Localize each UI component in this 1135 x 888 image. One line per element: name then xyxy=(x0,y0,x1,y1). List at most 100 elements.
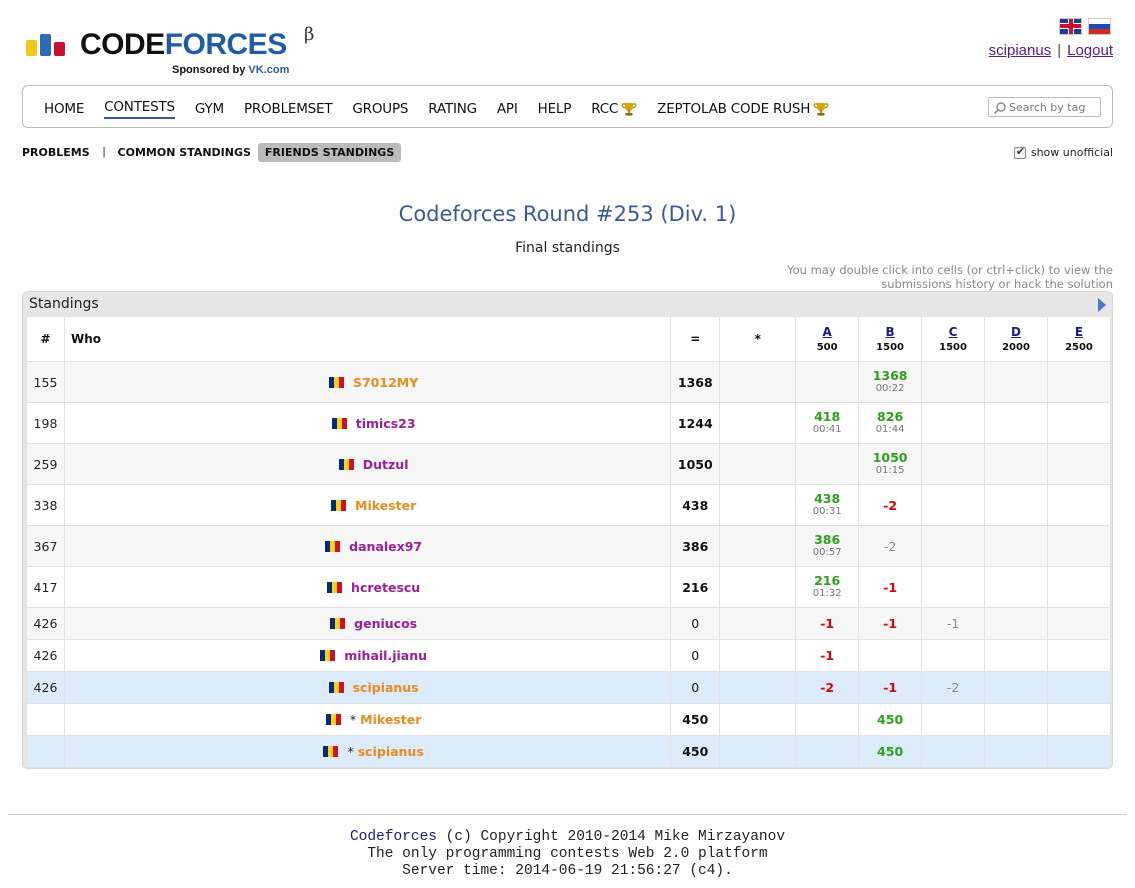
problem-cell[interactable] xyxy=(984,639,1048,672)
problem-cell[interactable]: 1050 01:15 xyxy=(858,443,923,485)
handle-link[interactable]: S7012MY xyxy=(353,375,418,390)
subnav-friends-standings[interactable]: FRIENDS STANDINGS xyxy=(257,142,402,162)
problem-cell[interactable] xyxy=(984,703,1048,736)
problem-d-link[interactable]: D xyxy=(1011,325,1021,339)
problem-cell[interactable] xyxy=(1046,525,1112,567)
problem-cell[interactable]: 216 01:32 xyxy=(795,566,860,608)
problem-cell[interactable]: -2 xyxy=(921,671,986,704)
menu-item-help[interactable]: HELP xyxy=(538,99,572,119)
problem-b-link[interactable]: B xyxy=(886,325,895,339)
handle-link[interactable]: danalex97 xyxy=(349,539,422,554)
problem-cell[interactable]: -2 xyxy=(795,671,860,704)
problem-cell[interactable] xyxy=(1046,639,1112,672)
problem-cell[interactable]: -1 xyxy=(795,607,860,640)
handle-link[interactable]: scipianus xyxy=(358,744,424,759)
problem-cell[interactable] xyxy=(921,566,986,608)
menu-item-gym[interactable]: GYM xyxy=(195,99,224,119)
problem-a-link[interactable]: A xyxy=(823,325,832,339)
problem-cell[interactable] xyxy=(921,525,986,567)
problem-cell[interactable]: 386 00:57 xyxy=(795,525,860,567)
problem-cell[interactable] xyxy=(1046,361,1112,403)
footer-codeforces-link[interactable]: Codeforces xyxy=(350,829,437,845)
problem-cell[interactable] xyxy=(921,735,986,768)
problem-cell[interactable] xyxy=(921,703,986,736)
header-who[interactable]: Who xyxy=(63,316,672,362)
problem-cell[interactable] xyxy=(1046,566,1112,608)
header-rank[interactable]: # xyxy=(26,316,65,362)
profile-link[interactable]: scipianus xyxy=(989,42,1052,59)
menu-item-rating[interactable]: RATING xyxy=(428,99,477,119)
problem-cell[interactable] xyxy=(858,639,923,672)
problem-cell[interactable]: -1 xyxy=(795,639,860,672)
handle-link[interactable]: Mikester xyxy=(360,712,421,727)
menu-item-api[interactable]: API xyxy=(497,99,518,119)
problem-cell[interactable]: 1368 00:22 xyxy=(858,361,923,403)
problem-cell[interactable]: -1 xyxy=(858,566,923,608)
problem-cell[interactable]: 418 00:41 xyxy=(795,402,860,444)
problem-cell[interactable]: 450 xyxy=(858,703,923,736)
problem-cell[interactable] xyxy=(984,361,1048,403)
russian-flag-icon[interactable] xyxy=(1088,18,1111,35)
problem-cell[interactable]: -1 xyxy=(921,607,986,640)
problem-cell[interactable] xyxy=(795,443,860,485)
problem-cell[interactable]: -2 xyxy=(858,525,923,567)
problem-cell[interactable] xyxy=(921,443,986,485)
problem-cell[interactable] xyxy=(921,639,986,672)
menu-item-problemset[interactable]: PROBLEMSET xyxy=(244,99,333,119)
problem-cell[interactable] xyxy=(921,402,986,444)
problem-cell[interactable] xyxy=(795,703,860,736)
problem-cell[interactable] xyxy=(1046,671,1112,704)
problem-cell[interactable]: -1 xyxy=(858,607,923,640)
problem-c-link[interactable]: C xyxy=(949,325,958,339)
menu-item-groups[interactable]: GROUPS xyxy=(352,99,408,119)
subnav-problems[interactable]: PROBLEMS xyxy=(22,146,90,159)
handle-link[interactable]: timics23 xyxy=(356,416,416,431)
problem-cell[interactable] xyxy=(1046,402,1112,444)
handle-link[interactable]: geniucos xyxy=(354,616,417,631)
handle-link[interactable]: Mikester xyxy=(355,498,416,513)
problem-cell[interactable] xyxy=(984,566,1048,608)
handle-link[interactable]: scipianus xyxy=(353,680,419,695)
problem-cell[interactable] xyxy=(921,484,986,526)
expand-arrow-icon[interactable] xyxy=(1098,298,1106,312)
problem-cell[interactable] xyxy=(795,735,860,768)
problem-cell[interactable] xyxy=(984,484,1048,526)
problem-cell[interactable] xyxy=(984,735,1048,768)
problem-cell[interactable] xyxy=(984,671,1048,704)
handle-link[interactable]: mihail.jianu xyxy=(344,648,427,663)
menu-item-contests[interactable]: CONTESTS xyxy=(104,99,175,119)
header-points[interactable]: = xyxy=(670,316,721,362)
problem-cell[interactable] xyxy=(1046,607,1112,640)
problem-cell[interactable] xyxy=(1046,443,1112,485)
problem-cell[interactable]: -1 xyxy=(858,671,923,704)
problem-cell[interactable] xyxy=(984,525,1048,567)
problem-b-points: 1500 xyxy=(876,342,905,353)
logout-link[interactable]: Logout xyxy=(1067,42,1113,59)
problem-cell[interactable] xyxy=(984,443,1048,485)
standings-hint: You may double click into cells (or ctrl… xyxy=(753,263,1113,291)
show-unofficial-toggle[interactable]: show unofficial xyxy=(1013,145,1113,159)
problem-cell[interactable]: 438 00:31 xyxy=(795,484,860,526)
search-by-tag-input[interactable]: Search by tag xyxy=(988,97,1101,117)
problem-cell[interactable] xyxy=(795,361,860,403)
handle-link[interactable]: hcretescu xyxy=(351,580,420,595)
problem-cell[interactable]: -2 xyxy=(858,484,923,526)
menu-item-rcc[interactable]: RCC xyxy=(591,99,637,119)
problem-cell[interactable] xyxy=(1046,735,1112,768)
menu-item-home[interactable]: HOME xyxy=(44,99,84,119)
problem-e-link[interactable]: E xyxy=(1075,325,1083,339)
problem-cell[interactable] xyxy=(984,402,1048,444)
header-penalty[interactable]: * xyxy=(719,316,797,362)
problem-cell[interactable]: 826 01:44 xyxy=(858,402,923,444)
problem-cell[interactable] xyxy=(1046,484,1112,526)
subnav-common-standings[interactable]: COMMON STANDINGS xyxy=(118,146,251,159)
english-flag-icon[interactable] xyxy=(1059,18,1082,35)
problem-cell[interactable] xyxy=(1046,703,1112,736)
show-unofficial-checkbox[interactable] xyxy=(1013,145,1026,159)
codeforces-logo[interactable]: CODEFORCES β Sponsored by VK.com xyxy=(26,24,326,78)
handle-link[interactable]: Dutzul xyxy=(363,457,409,472)
problem-cell[interactable]: 450 xyxy=(858,735,923,768)
problem-cell[interactable] xyxy=(984,607,1048,640)
problem-cell[interactable] xyxy=(921,361,986,403)
menu-item-zeptolab[interactable]: ZEPTOLAB CODE RUSH xyxy=(657,99,829,119)
